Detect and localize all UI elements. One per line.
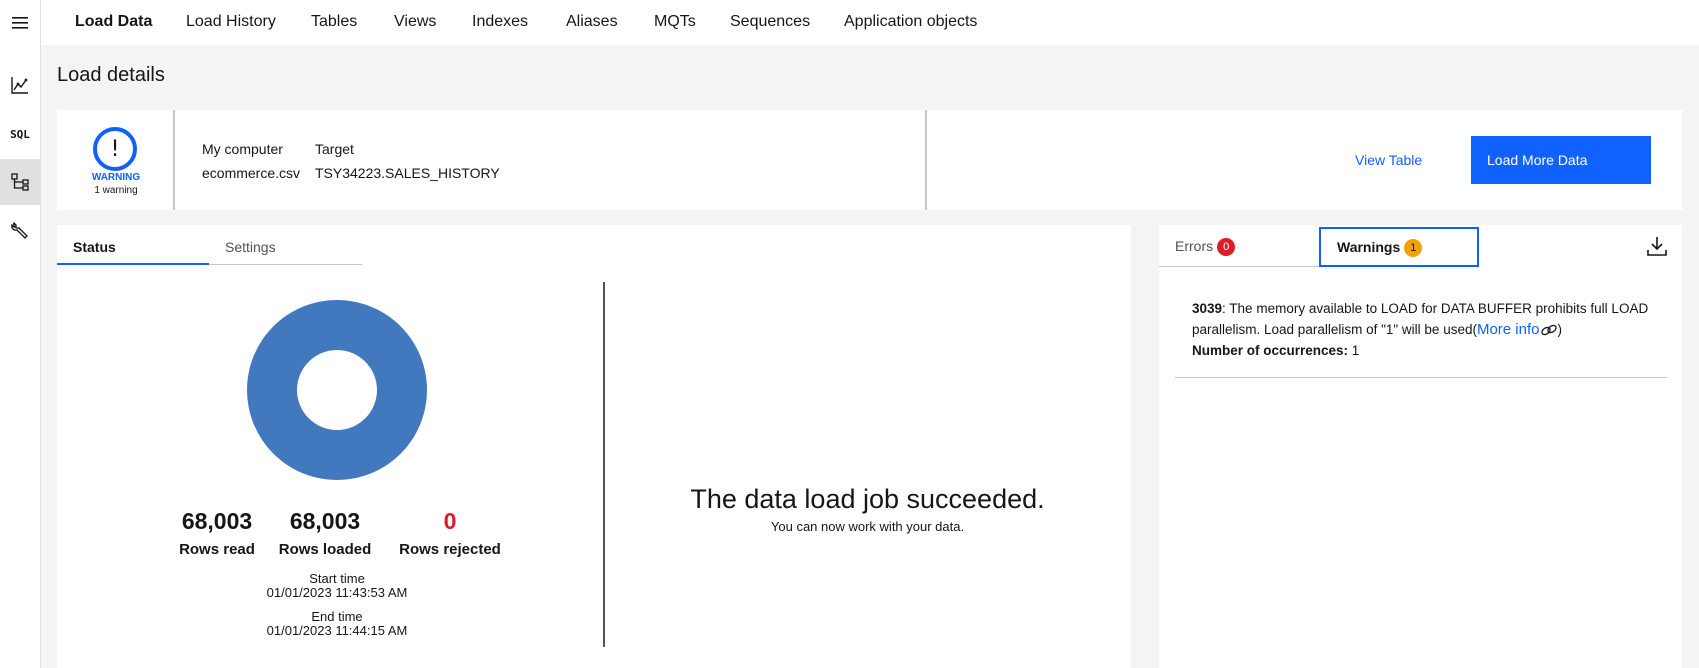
warning-code: 3039 [1192,301,1223,316]
sql-icon[interactable]: SQL [0,111,40,157]
tab-mqts[interactable]: MQTs [654,13,696,31]
success-subtitle: You can now work with your data. [770,519,965,534]
status-panel: Status Settings 68,003 Rows read 68,003 … [57,225,1131,668]
load-status: ! WARNING 1 warning [57,110,175,210]
success-title: The data load job succeeded. [690,484,1045,514]
link-icon [1540,324,1557,336]
tab-errors[interactable]: Errors 0 [1159,227,1319,267]
rows-donut-chart [247,300,427,480]
warnings-count-badge: 1 [1404,239,1423,258]
divider [1175,377,1667,378]
end-time-value: 01/01/2023 11:44:15 AM [266,623,408,638]
tab-load-history[interactable]: Load History [186,13,276,31]
warning-message: 3039: The memory available to LOAD for D… [1192,298,1652,361]
page-title: Load details [57,64,165,86]
top-nav: Load Data Load History Tables Views Inde… [41,0,1699,45]
donut-hole [297,350,377,430]
wrench-icon[interactable] [0,207,40,253]
rows-read-label: Rows read [179,541,255,558]
view-table-link[interactable]: View Table [1355,152,1422,168]
tab-aliases[interactable]: Aliases [566,13,618,31]
rows-rejected-value: 0 [443,508,457,534]
chart-icon[interactable] [0,62,40,108]
left-rail: SQL [0,0,41,668]
tab-warnings[interactable]: Warnings 1 [1319,227,1479,267]
download-icon[interactable] [1646,235,1670,259]
status-label: WARNING [91,172,141,183]
tab-status[interactable]: Status [57,225,209,265]
divider [603,282,605,647]
source-file: ecommerce.csv [202,165,301,181]
tab-application-objects[interactable]: Application objects [844,13,977,31]
menu-icon[interactable] [0,0,40,46]
rows-loaded-label: Rows loaded [278,541,372,558]
end-time-label: End time [311,609,363,624]
source-header: My computer [202,141,283,157]
divider [925,110,927,210]
errors-count-badge: 0 [1217,238,1236,257]
data-tree-icon[interactable] [0,159,40,205]
status-count: 1 warning [94,185,138,196]
warning-text: : The memory available to LOAD for DATA … [1192,301,1649,337]
start-time-label: Start time [309,571,365,586]
load-details-card: ! WARNING 1 warning My computer ecommerc… [57,110,1682,210]
tab-load-data[interactable]: Load Data [75,13,152,31]
more-info-label: More info [1476,321,1540,338]
more-info-link[interactable]: More info [1477,321,1558,338]
errors-label: Errors [1175,238,1214,254]
rows-read-value: 68,003 [181,508,253,534]
target-table: TSY34223.SALES_HISTORY [315,165,500,181]
start-time-value: 01/01/2023 11:43:53 AM [266,585,408,600]
rows-rejected-label: Rows rejected [399,541,501,558]
warnings-label: Warnings [1337,239,1401,255]
warning-icon: ! [93,127,137,171]
messages-panel: Errors 0 Warnings 1 3039: The memory avail… [1159,225,1682,668]
occurrences-value: 1 [1348,343,1360,358]
tab-sequences[interactable]: Sequences [730,13,810,31]
occurrences-label: Number of occurrences: [1192,343,1349,358]
rows-loaded-value: 68,003 [289,508,361,534]
target-header: Target [315,141,354,157]
warning-text-close: ) [1557,322,1563,337]
tab-settings[interactable]: Settings [209,225,362,265]
tab-tables[interactable]: Tables [311,13,357,31]
tab-indexes[interactable]: Indexes [472,13,528,31]
tab-views[interactable]: Views [394,13,436,31]
load-more-data-button[interactable]: Load More Data [1471,136,1651,184]
